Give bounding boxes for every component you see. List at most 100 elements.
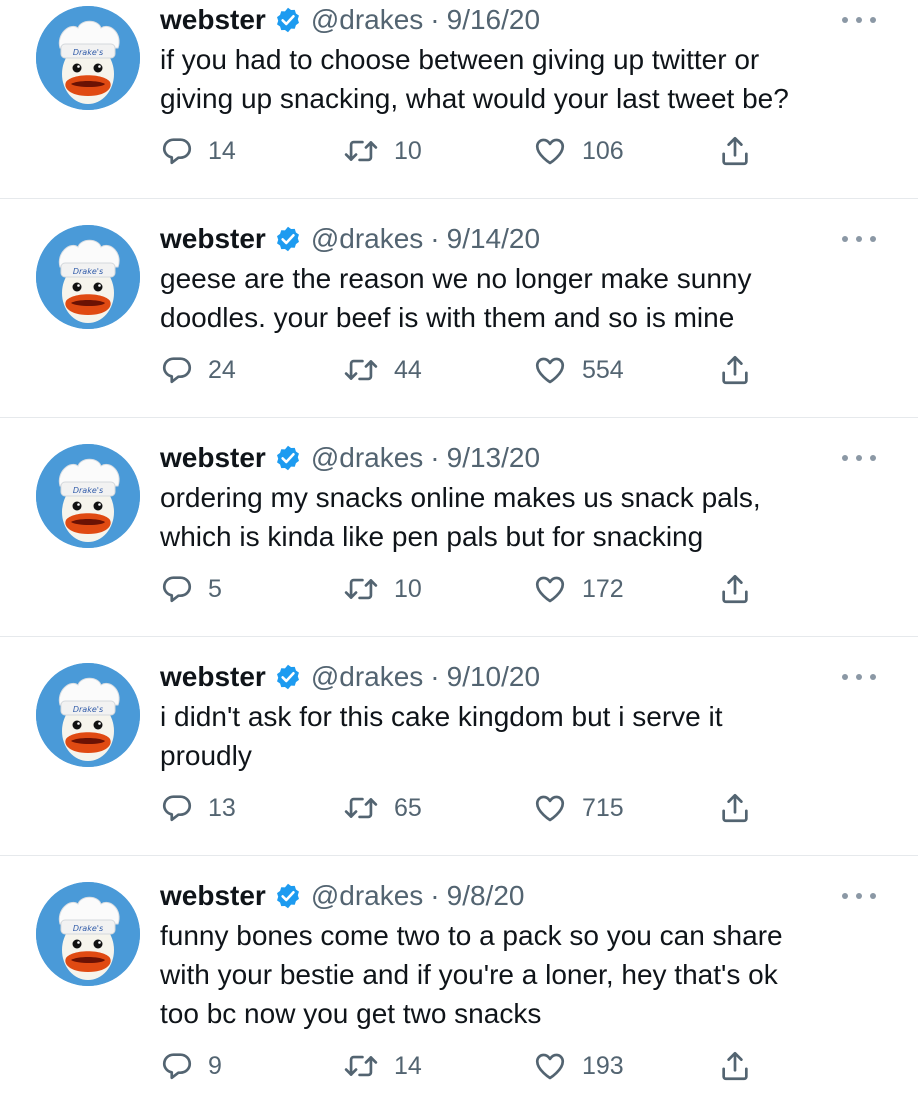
retweet-icon — [342, 791, 380, 825]
tweet-date[interactable]: 9/8/20 — [447, 880, 525, 912]
share-icon — [718, 133, 752, 169]
verified-badge-icon — [274, 882, 302, 910]
user-handle[interactable]: @drakes — [311, 880, 423, 912]
avatar[interactable]: Drake's — [36, 663, 140, 767]
retweet-icon — [342, 572, 380, 606]
divider — [0, 417, 918, 418]
like-button[interactable]: 715 — [532, 788, 624, 828]
reply-icon — [160, 1049, 194, 1083]
user-handle[interactable]: @drakes — [311, 661, 423, 693]
tweet-text: i didn't ask for this cake kingdom but i… — [160, 697, 880, 775]
more-options-icon[interactable] — [842, 450, 876, 466]
like-count: 715 — [582, 793, 624, 822]
share-button[interactable] — [718, 131, 752, 171]
retweet-button[interactable]: 14 — [342, 1046, 422, 1086]
retweet-count: 65 — [394, 793, 422, 822]
like-count: 106 — [582, 136, 624, 165]
display-name[interactable]: webster — [160, 880, 266, 912]
retweet-button[interactable]: 10 — [342, 131, 422, 171]
tweet-header: webster @drakes · 9/8/20 — [160, 876, 524, 916]
like-button[interactable]: 554 — [532, 350, 624, 390]
tweet-date[interactable]: 9/16/20 — [447, 4, 540, 36]
reply-icon — [160, 134, 194, 168]
share-button[interactable] — [718, 1046, 752, 1086]
tweet-text-line: with your bestie and if you're a loner, … — [160, 959, 778, 990]
tweet-text-line: ordering my snacks online makes us snack… — [160, 482, 761, 513]
divider — [0, 636, 918, 637]
avatar[interactable]: Drake's — [36, 882, 140, 986]
reply-icon — [160, 353, 194, 387]
tweet-date[interactable]: 9/14/20 — [447, 223, 540, 255]
heart-icon — [532, 134, 568, 168]
heart-icon — [532, 572, 568, 606]
separator: · — [430, 442, 440, 473]
avatar[interactable]: Drake's — [36, 225, 140, 329]
reply-icon — [160, 572, 194, 606]
reply-button[interactable]: 9 — [160, 1046, 222, 1086]
svg-text:Drake's: Drake's — [73, 924, 103, 933]
share-button[interactable] — [718, 569, 752, 609]
verified-badge-icon — [274, 225, 302, 253]
tweet-header: webster @drakes · 9/14/20 — [160, 219, 540, 259]
separator: · — [430, 223, 440, 254]
heart-icon — [532, 1049, 568, 1083]
user-handle[interactable]: @drakes — [311, 223, 423, 255]
reply-count: 14 — [208, 136, 236, 165]
like-button[interactable]: 106 — [532, 131, 624, 171]
like-button[interactable]: 172 — [532, 569, 624, 609]
reply-count: 13 — [208, 793, 236, 822]
user-handle[interactable]: @drakes — [311, 4, 423, 36]
tweet-text-line: doodles. your beef is with them and so i… — [160, 302, 735, 333]
verified-badge-icon — [274, 663, 302, 691]
tweet[interactable]: Drake's webster @drakes · 9/8/20 funny b… — [0, 876, 918, 1108]
share-button[interactable] — [718, 788, 752, 828]
share-icon — [718, 790, 752, 826]
reply-button[interactable]: 24 — [160, 350, 236, 390]
user-handle[interactable]: @drakes — [311, 442, 423, 474]
retweet-button[interactable]: 65 — [342, 788, 422, 828]
tweet[interactable]: Drake's webster @drakes · 9/13/20 orderi… — [0, 438, 918, 636]
tweet[interactable]: Drake's webster @drakes · 9/14/20 geese … — [0, 219, 918, 417]
verified-badge-icon — [274, 444, 302, 472]
reply-button[interactable]: 14 — [160, 131, 236, 171]
tweet-text-line: too bc now you get two snacks — [160, 998, 542, 1029]
share-icon — [718, 1048, 752, 1084]
avatar[interactable]: Drake's — [36, 444, 140, 548]
display-name[interactable]: webster — [160, 442, 266, 474]
tweet[interactable]: Drake's webster @drakes · 9/16/20 if you… — [0, 0, 918, 198]
tweet-text-line: i didn't ask for this cake kingdom but i… — [160, 701, 723, 732]
more-options-icon[interactable] — [842, 888, 876, 904]
reply-button[interactable]: 5 — [160, 569, 222, 609]
verified-badge-icon — [274, 6, 302, 34]
like-button[interactable]: 193 — [532, 1046, 624, 1086]
tweet-actions: 14 10 106 — [160, 131, 780, 171]
more-options-icon[interactable] — [842, 669, 876, 685]
tweet-header: webster @drakes · 9/13/20 — [160, 438, 540, 478]
divider — [0, 855, 918, 856]
like-count: 193 — [582, 1051, 624, 1080]
tweet-text: ordering my snacks online makes us snack… — [160, 478, 880, 556]
tweet[interactable]: Drake's webster @drakes · 9/10/20 i didn… — [0, 657, 918, 855]
like-count: 554 — [582, 355, 624, 384]
avatar[interactable]: Drake's — [36, 6, 140, 110]
retweet-button[interactable]: 10 — [342, 569, 422, 609]
display-name[interactable]: webster — [160, 4, 266, 36]
tweet-date[interactable]: 9/13/20 — [447, 442, 540, 474]
share-icon — [718, 571, 752, 607]
tweet-actions: 9 14 193 — [160, 1046, 780, 1086]
display-name[interactable]: webster — [160, 661, 266, 693]
more-options-icon[interactable] — [842, 12, 876, 28]
retweet-button[interactable]: 44 — [342, 350, 422, 390]
display-name[interactable]: webster — [160, 223, 266, 255]
share-button[interactable] — [718, 350, 752, 390]
tweet-header: webster @drakes · 9/16/20 — [160, 0, 540, 40]
svg-text:Drake's: Drake's — [73, 267, 103, 276]
retweet-icon — [342, 134, 380, 168]
heart-icon — [532, 353, 568, 387]
more-options-icon[interactable] — [842, 231, 876, 247]
separator: · — [430, 880, 440, 911]
tweet-date[interactable]: 9/10/20 — [447, 661, 540, 693]
reply-button[interactable]: 13 — [160, 788, 236, 828]
svg-text:Drake's: Drake's — [73, 486, 103, 495]
svg-text:Drake's: Drake's — [73, 48, 103, 57]
